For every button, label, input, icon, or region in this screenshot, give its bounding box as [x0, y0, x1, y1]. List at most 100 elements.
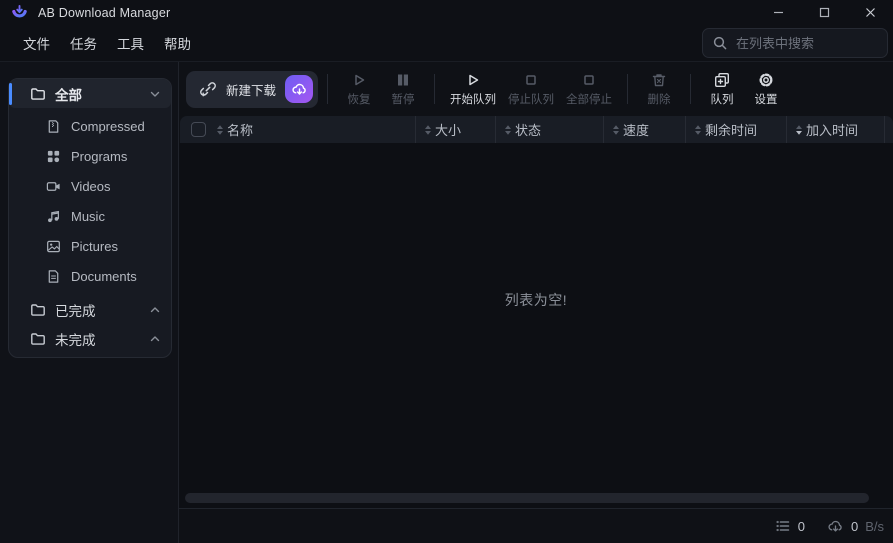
toolbar: 新建下载 恢复 暂停	[179, 62, 893, 116]
select-all-checkbox[interactable]	[191, 122, 206, 137]
sidebar-item-programs[interactable]: Programs	[9, 141, 171, 171]
statusbar: 0 0 B/s	[179, 508, 893, 543]
stop-icon	[522, 71, 540, 89]
menu-search-bar: 文件 任务 工具 帮助	[0, 25, 893, 62]
chevron-up-icon	[149, 304, 161, 316]
close-icon	[865, 7, 876, 18]
search-input[interactable]	[702, 28, 888, 58]
toolbar-button-label: 停止队列	[508, 91, 554, 107]
download-list: 列表为空!	[179, 143, 893, 508]
close-button[interactable]	[847, 0, 893, 25]
sidebar-item-label: Documents	[71, 269, 137, 284]
titlebar-left: AB Download Manager	[0, 4, 170, 21]
column-label: 加入时间	[806, 120, 858, 139]
search-box	[702, 28, 888, 58]
sidebar-item-label: Pictures	[71, 239, 118, 254]
chevron-up-icon	[149, 333, 161, 345]
delete-button[interactable]: 删除	[637, 66, 681, 112]
stop-icon	[580, 71, 598, 89]
toolbar-button-label: 删除	[648, 91, 671, 107]
new-download-button[interactable]: 新建下载	[186, 71, 318, 108]
chevron-down-icon	[149, 88, 161, 100]
sidebar-panel: 全部 Compressed	[8, 78, 172, 358]
sort-icon	[504, 124, 512, 136]
pause-button[interactable]: 暂停	[381, 66, 425, 112]
stop-all-button[interactable]: 全部停止	[560, 66, 618, 112]
maximize-button[interactable]	[801, 0, 847, 25]
link-plus-icon	[199, 80, 217, 98]
column-header-date-added[interactable]: 加入时间	[786, 116, 884, 143]
sidebar-item-completed[interactable]: 已完成	[9, 295, 171, 324]
sort-icon	[694, 124, 702, 136]
column-header-name[interactable]: 名称	[216, 116, 415, 143]
sidebar-item-documents[interactable]: Documents	[9, 261, 171, 291]
column-label: 大小	[435, 120, 461, 139]
apps-grid-icon	[46, 149, 61, 164]
queue-icon	[713, 71, 731, 89]
titlebar: AB Download Manager	[0, 0, 893, 25]
column-label: 剩余时间	[705, 120, 757, 139]
queues-button[interactable]: 队列	[700, 66, 744, 112]
new-download-label: 新建下载	[226, 80, 276, 99]
column-header-speed[interactable]: 速度	[603, 116, 685, 143]
sidebar-item-all[interactable]: 全部	[9, 79, 171, 108]
menu-tasks[interactable]: 任务	[60, 27, 107, 59]
selection-accent-bar	[9, 83, 12, 105]
sidebar-item-compressed[interactable]: Compressed	[9, 111, 171, 141]
pause-icon	[394, 71, 412, 89]
toolbar-button-label: 全部停止	[566, 91, 612, 107]
sidebar-item-incomplete[interactable]: 未完成	[9, 324, 171, 353]
toolbar-separator	[627, 74, 628, 104]
toolbar-button-label: 恢复	[348, 91, 371, 107]
sidebar-item-label: 全部	[55, 84, 140, 104]
sort-icon	[216, 124, 224, 136]
horizontal-scrollbar[interactable]	[185, 493, 869, 503]
app-title: AB Download Manager	[38, 6, 170, 20]
cloud-download-icon[interactable]	[285, 75, 313, 103]
menubar: 文件 任务 工具 帮助	[13, 27, 201, 59]
select-all-cell	[180, 122, 216, 137]
toolbar-separator	[690, 74, 691, 104]
menu-help[interactable]: 帮助	[154, 27, 201, 59]
column-header-time-left[interactable]: 剩余时间	[685, 116, 786, 143]
sidebar-item-pictures[interactable]: Pictures	[9, 231, 171, 261]
toolbar-separator	[327, 74, 328, 104]
stop-queue-button[interactable]: 停止队列	[502, 66, 560, 112]
start-queue-button[interactable]: 开始队列	[444, 66, 502, 112]
minimize-button[interactable]	[755, 0, 801, 25]
sidebar-item-music[interactable]: Music	[9, 201, 171, 231]
trash-icon	[650, 71, 668, 89]
window-controls	[755, 0, 893, 25]
list-icon	[775, 518, 791, 534]
toolbar-button-label: 队列	[711, 91, 734, 107]
folder-icon	[30, 302, 46, 318]
sidebar-item-label: 未完成	[55, 329, 140, 349]
play-icon	[464, 71, 482, 89]
menu-file[interactable]: 文件	[13, 27, 60, 59]
sidebar-item-label: Programs	[71, 149, 127, 164]
minimize-icon	[773, 7, 784, 18]
column-label: 速度	[623, 120, 649, 139]
column-header-size[interactable]: 大小	[415, 116, 495, 143]
image-icon	[46, 239, 61, 254]
music-note-icon	[46, 209, 61, 224]
video-camera-icon	[46, 179, 61, 194]
sidebar: 全部 Compressed	[0, 62, 179, 543]
settings-button[interactable]: 设置	[744, 66, 788, 112]
menu-tools[interactable]: 工具	[107, 27, 154, 59]
app-logo-icon	[11, 4, 28, 21]
toolbar-separator	[434, 74, 435, 104]
folder-icon	[30, 331, 46, 347]
sidebar-item-label: Videos	[71, 179, 111, 194]
resume-button[interactable]: 恢复	[337, 66, 381, 112]
toolbar-button-label: 开始队列	[450, 91, 496, 107]
sidebar-item-videos[interactable]: Videos	[9, 171, 171, 201]
column-header-status[interactable]: 状态	[495, 116, 603, 143]
sidebar-item-label: Music	[71, 209, 105, 224]
global-speed-value: 0	[851, 519, 858, 534]
sort-icon	[612, 124, 620, 136]
active-downloads-count: 0	[798, 519, 805, 534]
sort-icon-desc	[795, 124, 803, 136]
document-icon	[46, 269, 61, 284]
sidebar-item-label: Compressed	[71, 119, 145, 134]
